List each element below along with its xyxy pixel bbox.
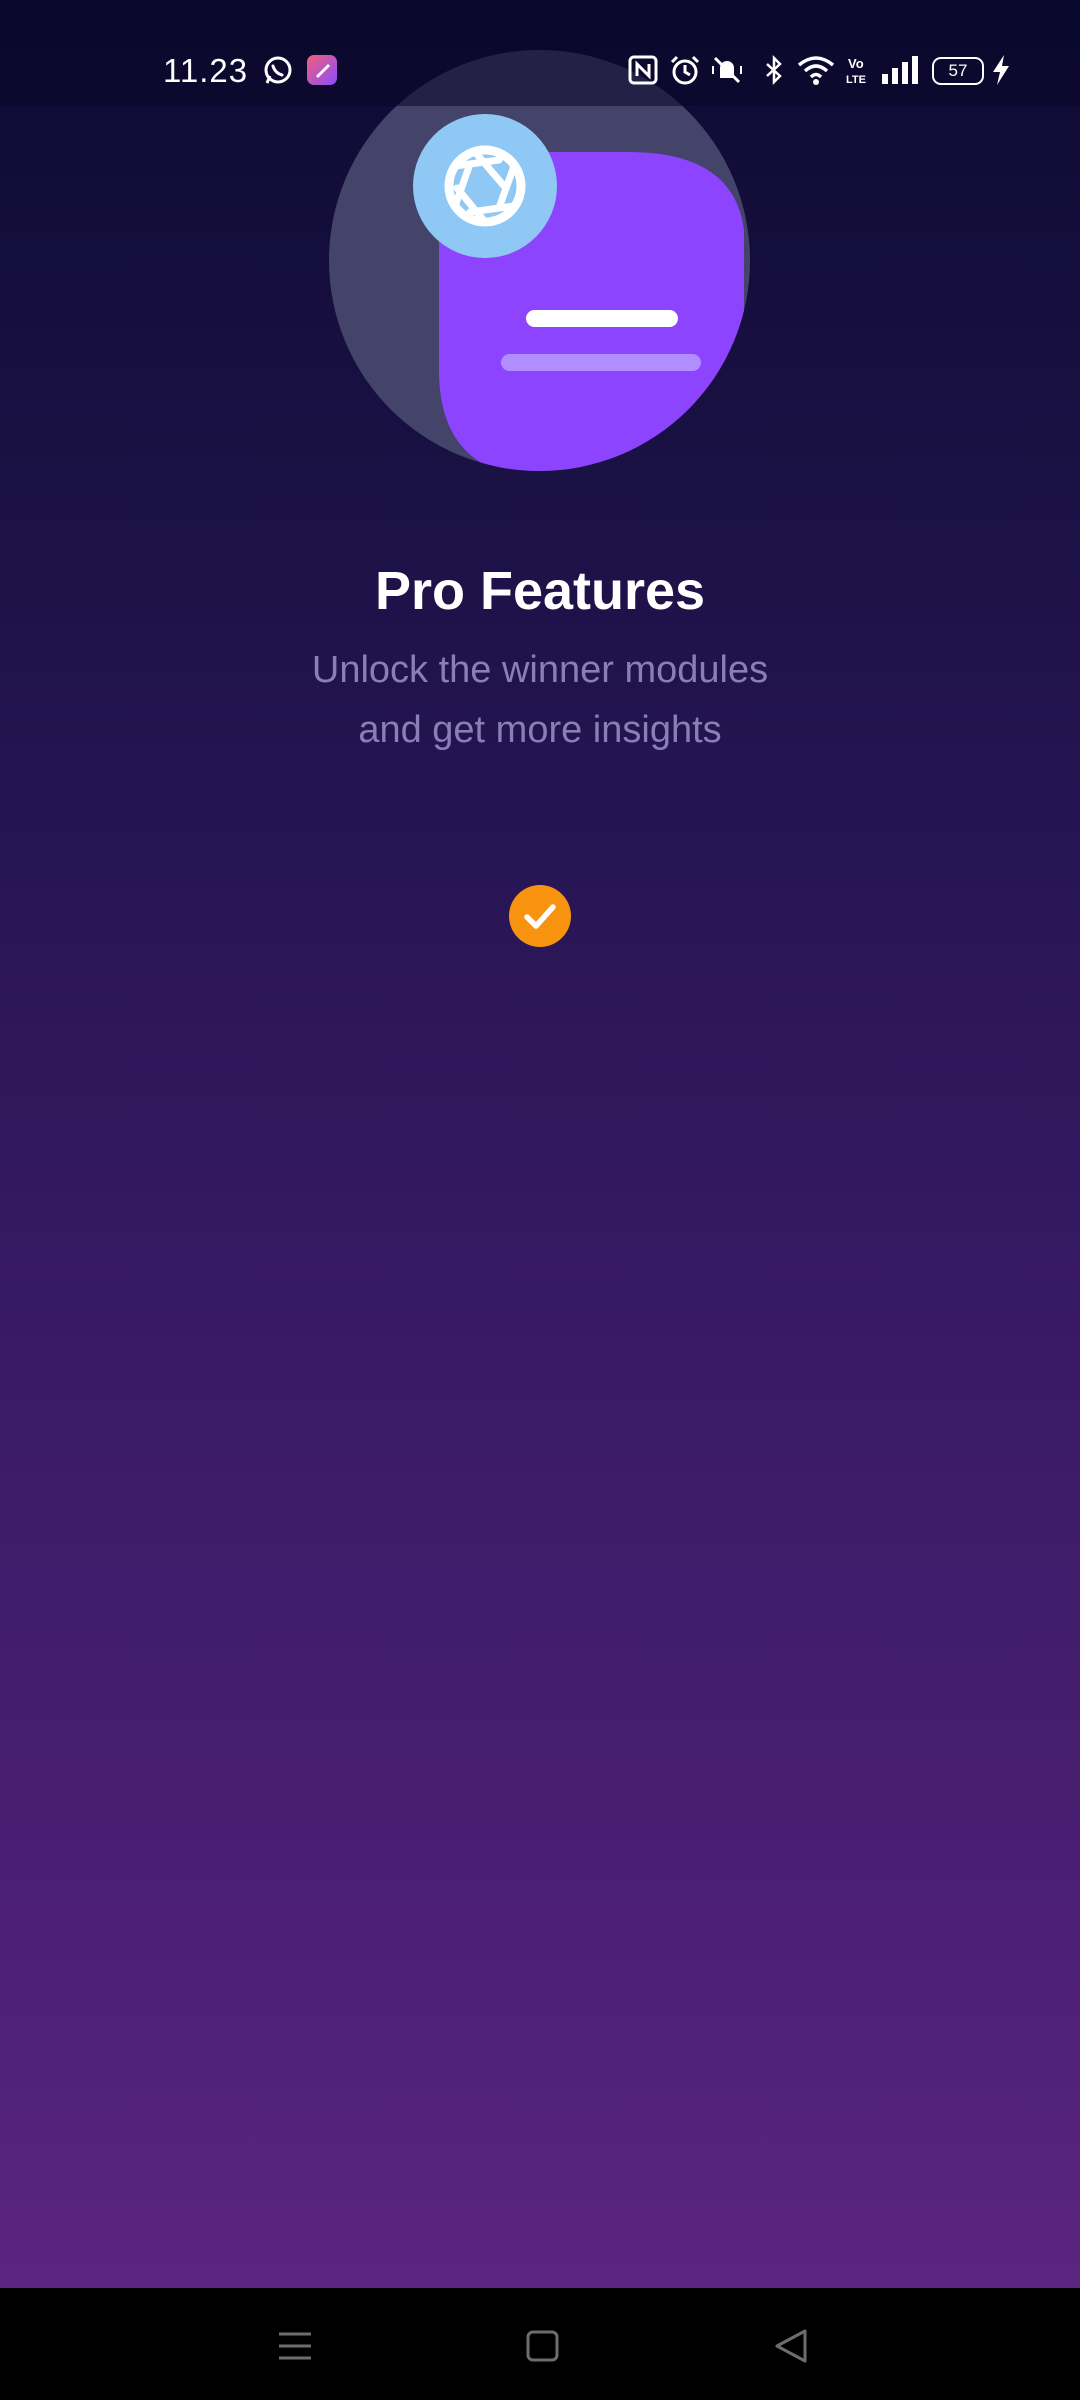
- charging-icon: [993, 55, 1009, 85]
- bluetooth-icon: [766, 54, 782, 86]
- subtitle-line-1: Unlock the winner modules: [311, 649, 769, 691]
- svg-text:LTE: LTE: [846, 74, 866, 86]
- check-badge: [509, 885, 571, 947]
- alarm-icon: [670, 55, 700, 85]
- nfc-icon: [628, 55, 658, 85]
- battery-icon: 57: [932, 57, 984, 85]
- status-time: 11.23: [163, 52, 249, 89]
- back-icon[interactable]: [761, 2316, 821, 2376]
- page-title: Pro Features: [374, 561, 706, 621]
- menu-icon[interactable]: [265, 2316, 325, 2376]
- svg-text:Vo: Vo: [848, 56, 864, 71]
- volte-icon: Vo LTE: [846, 56, 866, 86]
- page-subtitle: Unlock the winner modules and get more i…: [0, 640, 1080, 760]
- camera-aperture-icon: [413, 114, 557, 258]
- status-bar: 11.23 Vo LTE 57: [0, 0, 1080, 106]
- whatsapp-icon: [264, 56, 292, 84]
- navigation-bar: [0, 2288, 1080, 2400]
- signal-icon: [882, 56, 918, 84]
- app-notification-icon: [307, 55, 337, 85]
- hero-illustration: [329, 50, 750, 471]
- vibrate-mute-icon: [712, 56, 742, 84]
- card-line-primary: [526, 310, 678, 327]
- home-icon[interactable]: [513, 2316, 573, 2376]
- check-icon: [524, 904, 556, 929]
- wifi-icon: [797, 56, 835, 85]
- card-line-secondary: [501, 354, 701, 371]
- subtitle-line-2: and get more insights: [358, 709, 722, 751]
